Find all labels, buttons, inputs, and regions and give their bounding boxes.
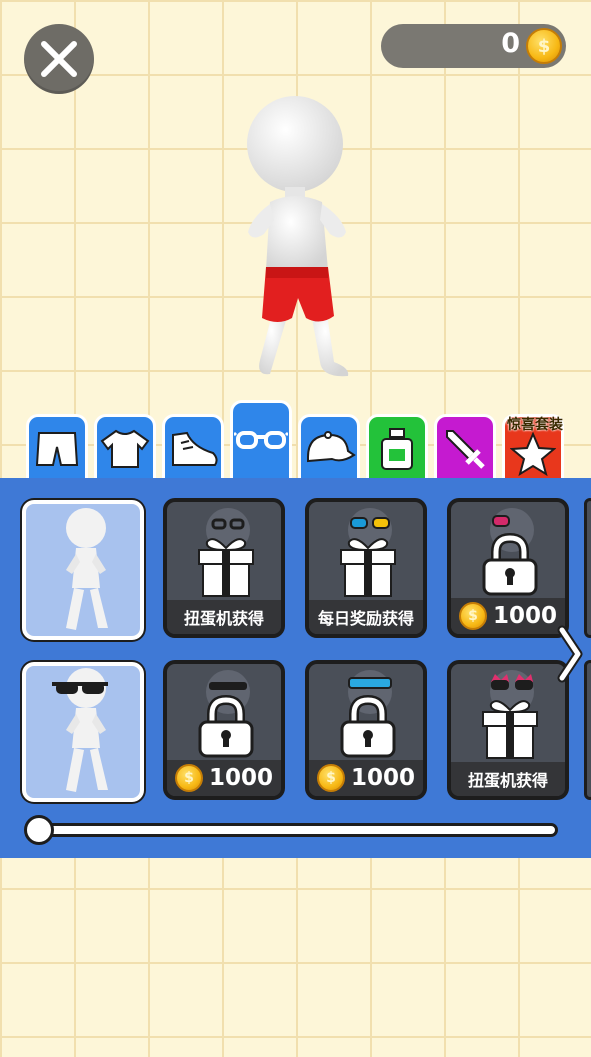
item-slot-partial[interactable] xyxy=(584,498,591,638)
coin-icon: $ xyxy=(317,764,345,792)
gift-icon xyxy=(482,700,538,759)
character-preview xyxy=(230,92,370,386)
tab-potion[interactable] xyxy=(366,414,428,480)
item-slot-partial[interactable] xyxy=(584,660,591,800)
item-slot[interactable]: $ 1000 xyxy=(447,498,569,638)
tab-weapon[interactable] xyxy=(434,414,496,480)
price-value: 1000 xyxy=(209,765,274,791)
glasses-icon xyxy=(234,430,288,449)
coin-icon: $ xyxy=(526,28,562,64)
sword-icon xyxy=(446,429,485,469)
scroll-slider-handle[interactable] xyxy=(24,815,54,845)
gift-icon xyxy=(340,538,396,597)
shirt-icon xyxy=(100,429,150,468)
coin-icon: $ xyxy=(459,602,487,630)
gift-icon xyxy=(198,538,254,597)
item-price: $ 1000 xyxy=(309,760,423,796)
lock-icon xyxy=(340,694,396,758)
item-caption: 扭蛋机获得 xyxy=(167,600,281,634)
tab-shorts[interactable] xyxy=(26,414,88,480)
lock-icon xyxy=(198,694,254,758)
item-slot[interactable]: 扭蛋机获得 xyxy=(447,660,569,800)
item-slot[interactable]: 每日奖励获得 xyxy=(305,498,427,638)
item-slot-sunglasses[interactable] xyxy=(22,662,144,802)
close-button[interactable] xyxy=(24,24,94,94)
cap-icon xyxy=(307,430,356,462)
close-icon xyxy=(41,41,77,77)
surprise-suit-label: 惊喜套装 xyxy=(507,417,563,433)
item-slot[interactable]: $ 1000 xyxy=(305,660,427,800)
tab-glasses[interactable] xyxy=(230,400,292,480)
character-thumbnail xyxy=(52,668,108,792)
item-caption: 每日奖励获得 xyxy=(309,600,423,634)
price-value: 1000 xyxy=(493,603,558,629)
item-slot[interactable]: $ 1000 xyxy=(163,660,285,800)
next-page-button[interactable] xyxy=(556,624,584,688)
item-price: $ 1000 xyxy=(167,760,281,796)
item-slot[interactable]: 扭蛋机获得 xyxy=(163,498,285,638)
shorts-icon xyxy=(35,431,79,466)
chevron-right-icon xyxy=(557,625,583,683)
coin-balance: 0 $ xyxy=(381,24,566,68)
item-caption: 扭蛋机获得 xyxy=(451,762,565,796)
scroll-slider-track[interactable] xyxy=(28,823,558,837)
item-price: $ 1000 xyxy=(451,598,565,634)
lock-icon xyxy=(482,532,538,596)
coin-count: 0 xyxy=(501,28,520,59)
coin-icon: $ xyxy=(175,764,203,792)
price-value: 1000 xyxy=(351,765,416,791)
potion-icon xyxy=(381,427,413,470)
character-thumbnail xyxy=(66,508,108,630)
tab-shirt[interactable] xyxy=(94,414,156,480)
tab-hat[interactable] xyxy=(298,414,360,480)
item-slot-none[interactable] xyxy=(22,500,144,640)
tab-shoes[interactable] xyxy=(162,414,224,480)
star-icon xyxy=(510,430,556,476)
shoe-icon xyxy=(172,431,218,466)
